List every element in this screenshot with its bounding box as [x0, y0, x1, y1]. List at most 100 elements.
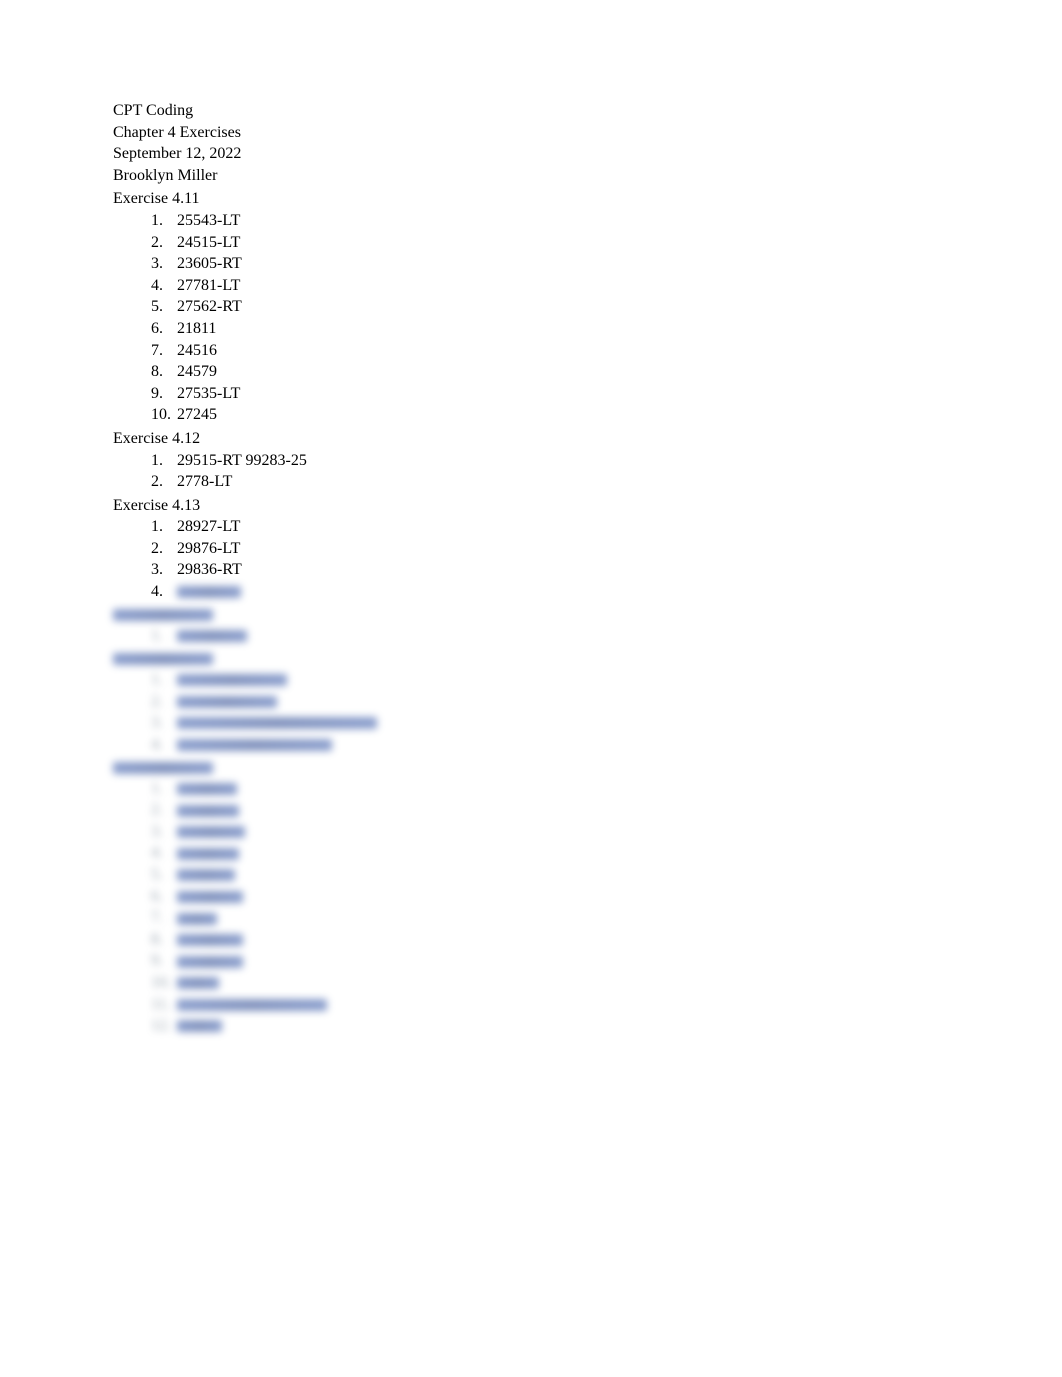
item-number: 11. — [151, 994, 173, 1016]
list-item: 10.27245 — [151, 404, 1062, 426]
blurred-value — [177, 956, 243, 968]
blurred-value — [177, 1020, 222, 1032]
list-item: 4. — [151, 842, 1062, 864]
list-item: 8. — [151, 929, 1062, 951]
item-number: 1. — [151, 516, 173, 538]
item-number: 3. — [151, 253, 173, 275]
exercise-title: Exercise 4.11 — [113, 188, 1062, 210]
item-number: 10. — [151, 972, 173, 994]
blurred-value — [177, 805, 239, 817]
item-number: 1. — [151, 450, 173, 472]
item-value: 27562-RT — [177, 298, 242, 315]
blurred-list: 1.2.3.4.5.6.7.8.9.10.11.12. — [113, 778, 1062, 1037]
list-item: 2.24515-LT — [151, 232, 1062, 254]
list-item: 2.29876-LT — [151, 538, 1062, 560]
list-item: 3.23605-RT — [151, 253, 1062, 275]
item-value: 29515-RT 99283-25 — [177, 452, 307, 469]
blurred-value — [177, 869, 235, 881]
item-value: 25543-LT — [177, 212, 240, 229]
item-number: 3. — [151, 559, 173, 581]
blurred-value — [177, 999, 327, 1011]
course-title: CPT Coding — [113, 100, 1062, 122]
item-value: 27535-LT — [177, 385, 240, 402]
blurred-title — [113, 653, 213, 665]
blurred-list: 1.2.3.4. — [113, 669, 1062, 755]
blurred-value — [177, 630, 247, 642]
item-number: 9. — [151, 950, 173, 972]
item-number: 4. — [151, 275, 173, 297]
exercise-list: 1.28927-LT2.29876-LT3.29836-RT4. — [113, 516, 1062, 602]
item-value: 27245 — [177, 406, 217, 423]
blurred-title — [113, 762, 213, 774]
document-date: September 12, 2022 — [113, 143, 1062, 165]
list-item: 5. — [151, 864, 1062, 886]
list-item: 9. — [151, 950, 1062, 972]
item-number: 1. — [151, 778, 173, 800]
item-number: 7. — [151, 907, 173, 929]
item-number: 8. — [151, 929, 173, 951]
blurred-title — [113, 609, 213, 621]
item-number: 9. — [151, 383, 173, 405]
exercise-list: 1.29515-RT 99283-25 2.2778-LT — [113, 450, 1062, 493]
list-item: 4.27781-LT — [151, 275, 1062, 297]
item-value: 27781-LT — [177, 277, 240, 294]
item-value: 29876-LT — [177, 540, 240, 557]
item-number: 4. — [151, 734, 173, 756]
item-value: 24516 — [177, 342, 217, 359]
item-number: 1. — [151, 625, 173, 647]
list-item: 12. — [151, 1015, 1062, 1037]
item-number: 2. — [151, 232, 173, 254]
list-item: 7.24516 — [151, 340, 1062, 362]
list-item: 6.21811 — [151, 318, 1062, 340]
item-value: 28927-LT — [177, 518, 240, 535]
list-item: 3. — [151, 821, 1062, 843]
list-item: 3.29836-RT — [151, 559, 1062, 581]
blurred-value — [177, 891, 243, 903]
blurred-value — [177, 696, 277, 708]
blurred-value — [177, 739, 332, 751]
list-item: 1.28927-LT — [151, 516, 1062, 538]
blurred-value — [177, 717, 377, 729]
item-number: 2. — [151, 538, 173, 560]
exercise-list: 1.25543-LT2.24515-LT3.23605-RT4.27781-LT… — [113, 210, 1062, 426]
item-number: 12. — [151, 1015, 173, 1037]
item-number: 3. — [151, 712, 173, 734]
blurred-value — [177, 826, 245, 838]
blurred-value — [177, 977, 219, 989]
list-item: 4. — [151, 581, 1062, 603]
item-number: 4. — [151, 581, 173, 603]
item-value: 21811 — [177, 320, 216, 337]
chapter-title: Chapter 4 Exercises — [113, 122, 1062, 144]
list-item: 3. — [151, 712, 1062, 734]
list-item: 1.25543-LT — [151, 210, 1062, 232]
list-item: 2. — [151, 799, 1062, 821]
list-item: 1. — [151, 625, 1062, 647]
item-number: 3. — [151, 821, 173, 843]
item-number: 2. — [151, 691, 173, 713]
list-item: 1. — [151, 669, 1062, 691]
item-value: 23605-RT — [177, 255, 242, 272]
blurred-list: 1. — [113, 625, 1062, 647]
blurred-value — [177, 913, 217, 925]
list-item: 2.2778-LT — [151, 471, 1062, 493]
blurred-value — [177, 783, 237, 795]
item-value: 24515-LT — [177, 234, 240, 251]
item-number: 7. — [151, 340, 173, 362]
list-item: 6. — [151, 886, 1062, 908]
item-number: 4. — [151, 842, 173, 864]
list-item: 5.27562-RT — [151, 296, 1062, 318]
list-item: 4. — [151, 734, 1062, 756]
exercise-title: Exercise 4.12 — [113, 428, 1062, 450]
list-item: 7. — [151, 907, 1062, 929]
author-name: Brooklyn Miller — [113, 165, 1062, 187]
item-number: 10. — [151, 404, 173, 426]
item-number: 8. — [151, 361, 173, 383]
list-item: 11. — [151, 994, 1062, 1016]
item-number: 6. — [151, 886, 173, 908]
blurred-value — [177, 848, 239, 860]
item-number: 5. — [151, 864, 173, 886]
item-number: 2. — [151, 799, 173, 821]
item-number: 1. — [151, 669, 173, 691]
item-value: 29836-RT — [177, 561, 242, 578]
list-item: 10. — [151, 972, 1062, 994]
